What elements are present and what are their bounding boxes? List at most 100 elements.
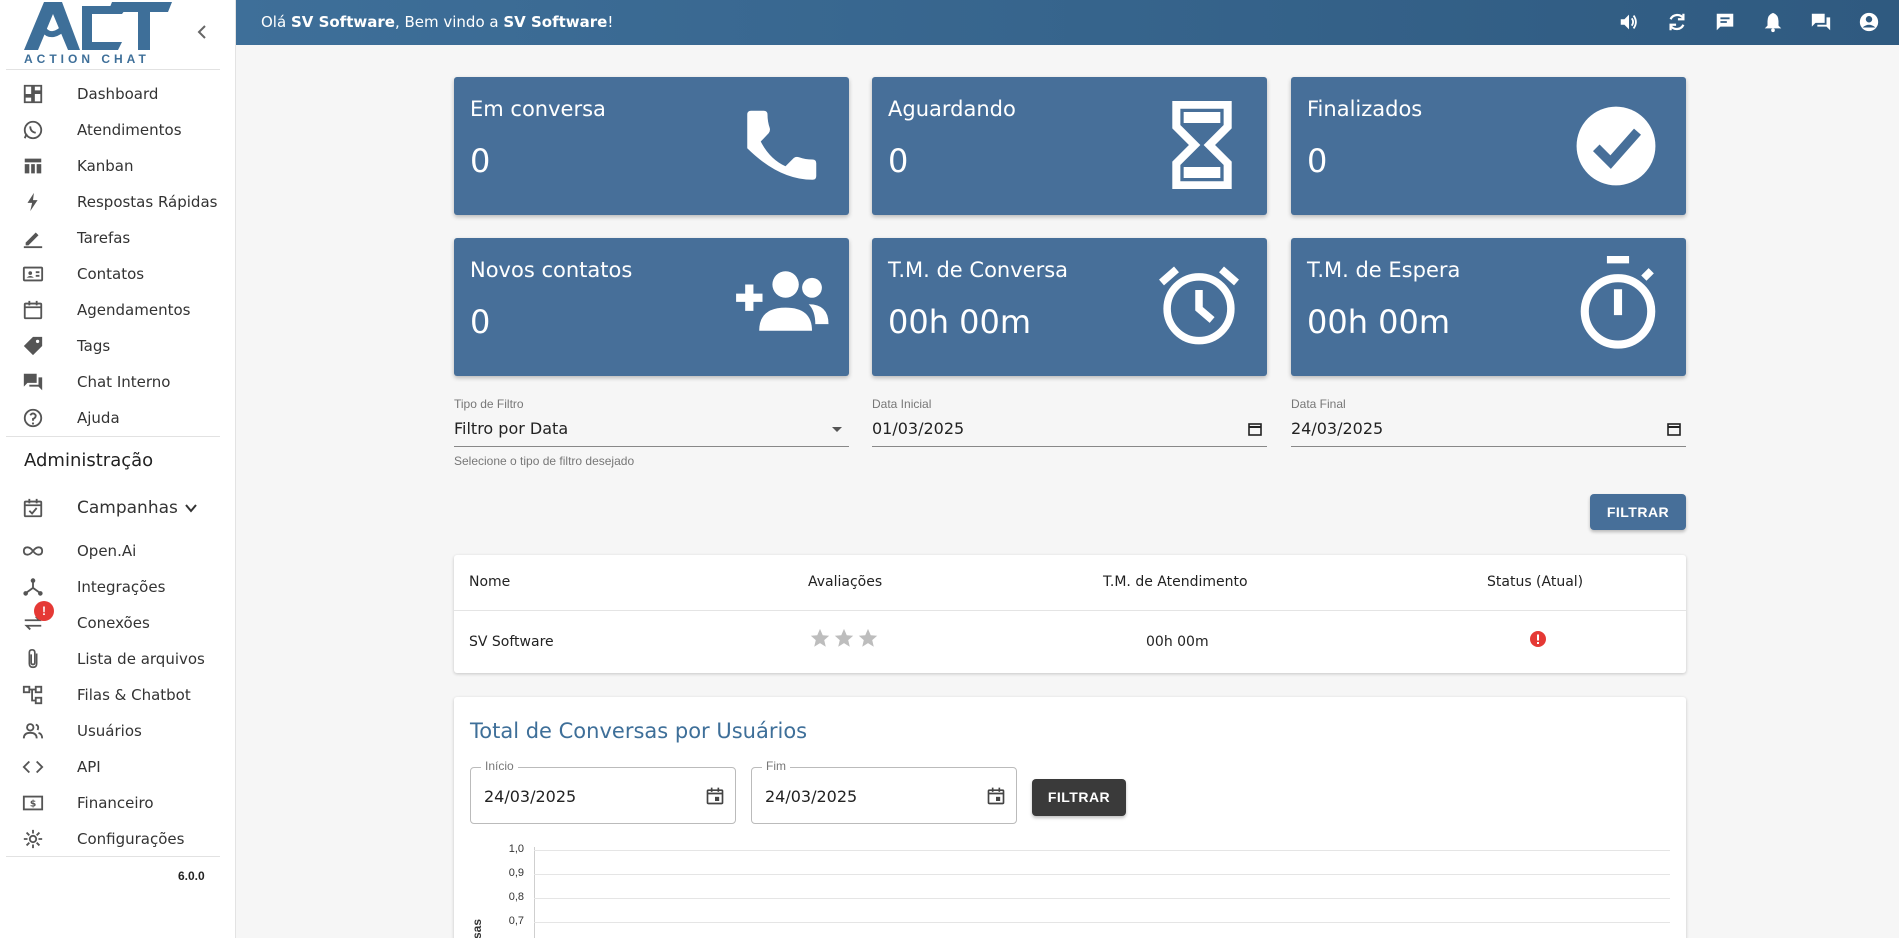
sidebar-item-dashboard[interactable]: Dashboard: [0, 76, 220, 112]
sidebar-item-conexoes[interactable]: Conexões: [0, 605, 220, 641]
calendar-icon[interactable]: [1247, 421, 1263, 437]
money-icon: $: [22, 795, 44, 811]
code-icon: [22, 760, 44, 774]
calendar-icon[interactable]: [705, 786, 725, 806]
card-value: 0: [470, 303, 491, 341]
end-date-field[interactable]: Data Final 24/03/2025: [1291, 397, 1686, 447]
calendar-icon[interactable]: [1666, 421, 1682, 437]
card-tm-espera: T.M. de Espera 00h 00m: [1291, 238, 1686, 376]
sidebar-item-configuracoes[interactable]: Configurações: [0, 821, 220, 857]
message-icon[interactable]: [1714, 11, 1736, 33]
card-value: 0: [470, 142, 491, 180]
sidebar-item-tags[interactable]: Tags: [0, 328, 220, 364]
chart-filter-button[interactable]: FILTRAR: [1032, 779, 1126, 816]
sidebar-item-integracoes[interactable]: Integrações: [0, 569, 220, 605]
chart-y-tick: 0,7: [508, 915, 524, 927]
column-header-avaliacoes: Avaliações: [808, 574, 883, 590]
sidebar-item-filas-chatbot[interactable]: Filas & Chatbot: [0, 677, 220, 713]
sidebar-item-label: Tags: [77, 337, 111, 355]
star-icon: [858, 628, 878, 647]
sidebar-item-kanban[interactable]: Kanban: [0, 148, 220, 184]
tag-icon: [23, 336, 43, 356]
start-date-label: Data Inicial: [872, 397, 932, 411]
sidebar-item-label: Integrações: [77, 578, 166, 596]
sidebar-item-atendimentos[interactable]: Atendimentos: [0, 112, 220, 148]
star-icon: [810, 628, 830, 647]
filter-type-select[interactable]: Tipo de Filtro Filtro por Data: [454, 397, 849, 447]
chart-end-date-field[interactable]: Fim 24/03/2025: [751, 759, 1017, 824]
sidebar-item-respostas-rapidas[interactable]: Respostas Rápidas: [0, 184, 220, 220]
chat-icon[interactable]: [1810, 11, 1832, 33]
card-value: 00h 00m: [1307, 303, 1451, 341]
card-value: 00h 00m: [888, 303, 1032, 341]
filter-button[interactable]: FILTRAR: [1590, 494, 1686, 530]
sidebar-item-tarefas[interactable]: Tarefas: [0, 220, 220, 256]
chart-y-tick: 0,8: [508, 891, 524, 903]
calendar-icon[interactable]: [986, 786, 1006, 806]
collapse-sidebar-button[interactable]: [195, 22, 211, 42]
column-header-nome: Nome: [469, 574, 511, 590]
bell-icon[interactable]: [1762, 11, 1784, 33]
end-date-value: 24/03/2025: [1291, 419, 1384, 438]
sidebar-item-label: Conexões: [77, 614, 150, 632]
tree-icon: [22, 685, 43, 705]
sidebar-item-contatos[interactable]: Contatos: [0, 256, 220, 292]
card-tm-conversa: T.M. de Conversa 00h 00m: [872, 238, 1267, 376]
bolt-icon: [27, 192, 38, 212]
sidebar-item-label: Ajuda: [77, 409, 120, 427]
account-icon[interactable]: [1858, 11, 1880, 33]
gear-icon: [23, 829, 43, 849]
chart-end-label: Fim: [762, 759, 790, 773]
card-value: 0: [1307, 142, 1328, 180]
kanban-icon: [24, 158, 42, 174]
check-circle-icon: [1576, 106, 1656, 186]
act-logo-icon: [24, 2, 172, 50]
sidebar-divider: [6, 69, 220, 70]
chart-gridline: [534, 874, 1670, 875]
sidebar-item-label: API: [77, 758, 101, 776]
sidebar-item-openai[interactable]: Open.Ai: [0, 533, 220, 569]
start-date-field[interactable]: Data Inicial 01/03/2025: [872, 397, 1267, 447]
volume-icon[interactable]: [1618, 11, 1640, 33]
filter-type-helper: Selecione o tipo de filtro desejado: [454, 454, 635, 468]
sidebar-item-chat-interno[interactable]: Chat Interno: [0, 364, 220, 400]
card-title: Novos contatos: [470, 258, 633, 282]
chart-y-tick: 0,9: [508, 867, 524, 879]
chevron-left-icon: [197, 25, 206, 39]
star-icon: [834, 628, 854, 647]
sidebar-item-lista-arquivos[interactable]: Lista de arquivos: [0, 641, 220, 677]
card-title: Aguardando: [888, 97, 1016, 121]
chart-start-date-field[interactable]: Início 24/03/2025: [470, 759, 736, 824]
dropdown-arrow-icon: [832, 427, 842, 432]
app-version: 6.0.0: [178, 869, 205, 883]
sidebar-item-ajuda[interactable]: Ajuda: [0, 400, 220, 436]
card-novos-contatos: Novos contatos 0: [454, 238, 849, 376]
chart-start-label: Início: [481, 759, 518, 773]
topbar: Olá SV Software, Bem vindo a SV Software…: [236, 0, 1899, 45]
attendants-table: Nome Avaliações T.M. de Atendimento Stat…: [454, 555, 1686, 673]
alarm-icon: [1159, 266, 1239, 345]
sidebar-item-label: Chat Interno: [77, 373, 171, 391]
error-status-icon: [1530, 631, 1546, 647]
sidebar-item-usuarios[interactable]: Usuários: [0, 713, 220, 749]
card-title: T.M. de Espera: [1307, 258, 1461, 282]
chart-gridline: [534, 850, 1670, 851]
sidebar-divider: [6, 856, 220, 857]
users-icon: [22, 723, 44, 739]
refresh-icon[interactable]: [1666, 11, 1688, 33]
sidebar-item-campanhas[interactable]: Campanhas: [0, 490, 220, 526]
sidebar-item-label: Contatos: [77, 265, 145, 283]
chart-end-value: 24/03/2025: [765, 787, 858, 806]
sidebar-item-label: Configurações: [77, 830, 185, 848]
forum-icon: [23, 373, 43, 391]
pencil-icon: [23, 232, 43, 249]
greeting-company: SV Software: [503, 13, 608, 31]
card-finalizados: Finalizados 0: [1291, 77, 1686, 215]
sidebar-item-agendamentos[interactable]: Agendamentos: [0, 292, 220, 328]
help-icon: [23, 408, 43, 428]
sidebar-item-api[interactable]: API: [0, 749, 220, 785]
greeting-suffix: !: [607, 13, 614, 31]
sidebar-item-financeiro[interactable]: $ Financeiro: [0, 785, 220, 821]
start-date-value: 01/03/2025: [872, 419, 965, 438]
sidebar-item-label: Kanban: [77, 157, 134, 175]
